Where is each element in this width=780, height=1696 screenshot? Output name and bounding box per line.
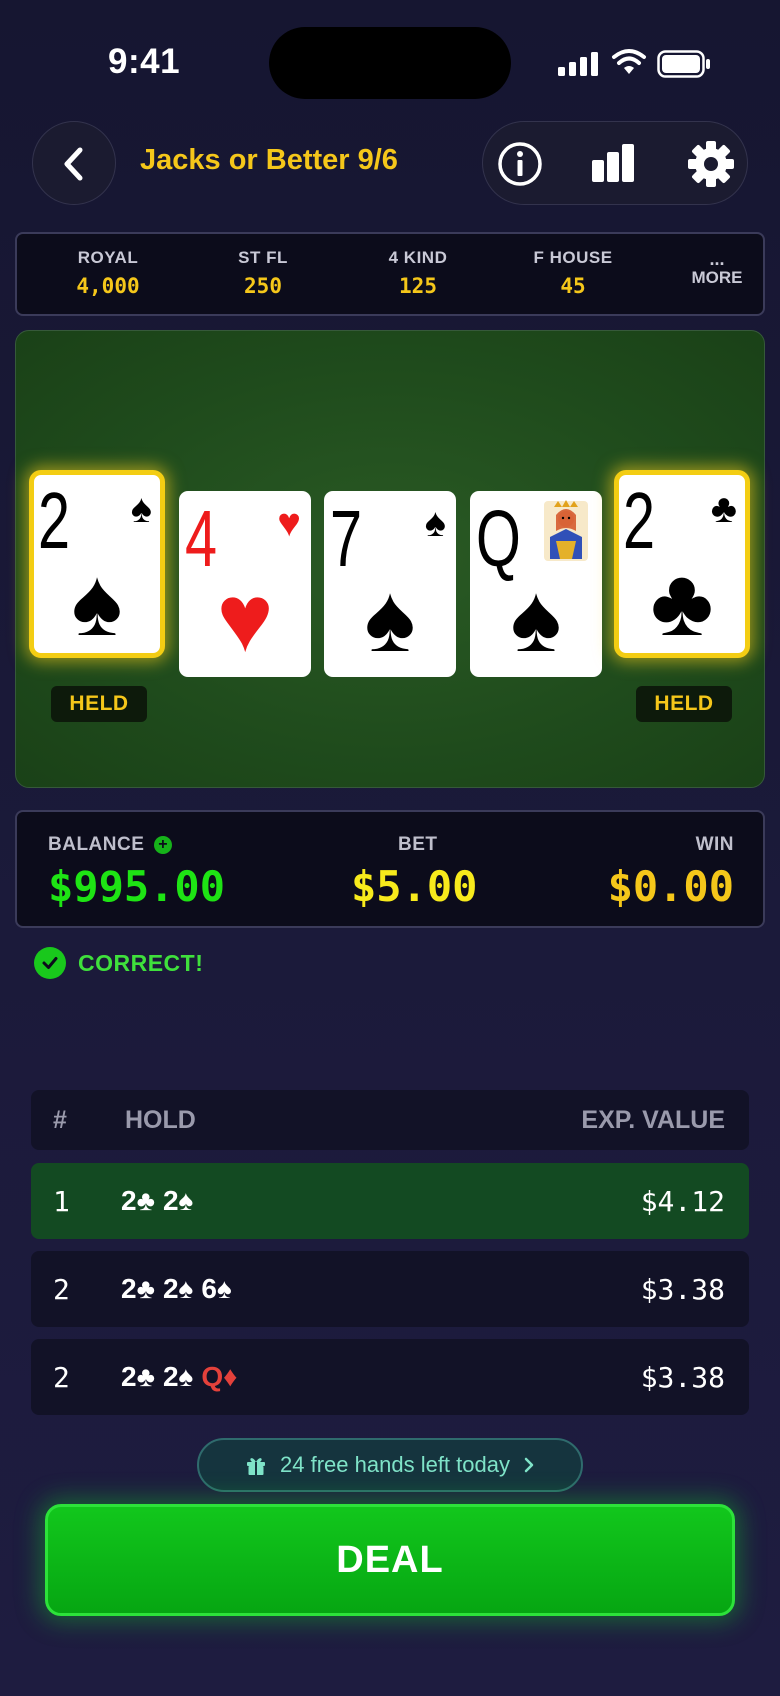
feedback-text: CORRECT! (78, 949, 204, 976)
chevron-right-icon (524, 1457, 534, 1473)
paytable-full-house: F HOUSE 45 (533, 248, 613, 298)
paytable-more-button[interactable]: ... MORE (667, 250, 767, 288)
balance-panel: BALANCE + $995.00 BET $5.00 WIN $0.00 (15, 810, 765, 928)
row-hold-cards: 2♣ 2♠ Q♦ (121, 1361, 245, 1393)
row-hold-cards: 2♣ 2♠ 6♠ (121, 1273, 240, 1305)
paytable-four-kind: 4 KIND 125 (388, 248, 448, 298)
card-center-suit: ♥ (216, 565, 274, 672)
card-corner-suit: ♥ (277, 501, 301, 545)
hold-card: Q♦ (201, 1361, 238, 1392)
strategy-row[interactable]: 1 2♣ 2♠ $4.12 (31, 1163, 749, 1239)
status-time: 9:41 (108, 42, 181, 81)
cellular-signal-icon (558, 52, 598, 76)
card-rank: 2 (38, 476, 71, 565)
card-1[interactable]: 2 ♠ ♠ (29, 470, 165, 658)
row-hold-cards: 2♣ 2♠ (121, 1185, 201, 1217)
header-hold: HOLD (125, 1106, 196, 1134)
paytable-royal: ROYAL 4,000 (76, 248, 140, 298)
row-expected-value: $4.12 (640, 1185, 725, 1218)
card-corner-suit: ♠ (130, 487, 152, 531)
hold-card: 2♣ (121, 1361, 155, 1392)
gear-icon[interactable] (686, 139, 736, 189)
battery-icon (657, 50, 710, 78)
card-3[interactable]: 7 ♠ ♠ (324, 491, 456, 677)
strategy-table-header: # HOLD EXP. VALUE (31, 1090, 749, 1150)
free-hands-promo[interactable]: 24 free hands left today (197, 1438, 583, 1492)
hold-card: 2♣ (121, 1185, 155, 1216)
card-rank: 7 (330, 494, 363, 583)
info-icon[interactable] (495, 139, 545, 189)
strategy-row[interactable]: 2 2♣ 2♠ 6♠ $3.38 (31, 1251, 749, 1327)
row-rank: 2 (53, 1361, 70, 1394)
balance-value: $995.00 (48, 862, 226, 911)
row-rank: 2 (53, 1273, 70, 1306)
card-center-suit: ♠ (71, 549, 123, 656)
hold-card: 2♣ (121, 1273, 155, 1304)
row-expected-value: $3.38 (640, 1273, 725, 1306)
wifi-icon (612, 49, 646, 74)
win-label: WIN (695, 834, 734, 855)
feedback-banner: CORRECT! (34, 946, 203, 980)
card-center-suit: ♣ (650, 549, 714, 656)
header-toolbar (482, 121, 748, 205)
bet-label: BET (398, 834, 438, 855)
card-corner-suit: ♠ (424, 501, 446, 545)
hold-card: 6♠ (201, 1273, 232, 1304)
queen-face-icon (544, 500, 588, 561)
add-funds-icon[interactable]: + (154, 835, 173, 854)
deal-button[interactable]: DEAL (45, 1504, 735, 1616)
chevron-left-icon (64, 147, 83, 181)
stats-icon[interactable] (588, 139, 638, 189)
held-badge: HELD (636, 686, 732, 722)
row-expected-value: $3.38 (640, 1361, 725, 1394)
card-5[interactable]: 2 ♣ ♣ (614, 470, 750, 658)
row-rank: 1 (53, 1185, 70, 1218)
card-rank: 4 (185, 494, 218, 583)
win-value: $0.00 (607, 862, 734, 911)
gift-icon (247, 1458, 266, 1475)
header-ev: EXP. VALUE (581, 1106, 725, 1134)
bet-value: $5.00 (351, 862, 478, 911)
balance-label: BALANCE + (48, 834, 173, 856)
paytable-straight-flush: ST FL 250 (238, 248, 288, 298)
strategy-row[interactable]: 2 2♣ 2♠ Q♦ $3.38 (31, 1339, 749, 1415)
promo-text: 24 free hands left today (280, 1452, 510, 1477)
card-center-suit: ♠ (510, 565, 562, 672)
dynamic-island (269, 27, 511, 99)
held-badge: HELD (51, 686, 147, 722)
check-icon (34, 947, 66, 979)
card-corner-suit: ♣ (710, 487, 737, 531)
hold-card: 2♠ (162, 1273, 194, 1304)
card-2[interactable]: 4 ♥ ♥ (179, 491, 311, 677)
back-button[interactable] (32, 121, 116, 205)
header-num: # (53, 1106, 67, 1134)
hold-card: 2♠ (162, 1361, 194, 1392)
paytable-bar[interactable]: ROYAL 4,000 ST FL 250 4 KIND 125 F HOUSE… (15, 232, 765, 316)
hold-card: 2♠ (162, 1185, 194, 1216)
card-center-suit: ♠ (364, 565, 416, 672)
game-title: Jacks or Better 9/6 (140, 144, 398, 176)
card-4[interactable]: Q ♠ (470, 491, 602, 677)
